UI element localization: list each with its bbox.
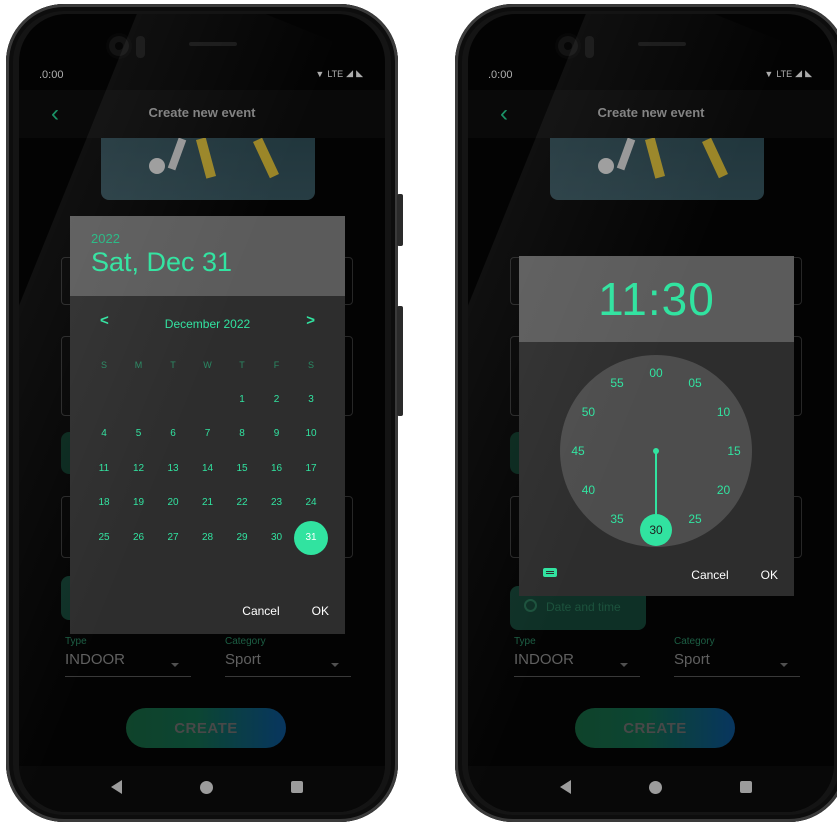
selected-year[interactable]: 2022: [91, 231, 120, 246]
calendar-day[interactable]: 18: [87, 486, 121, 520]
clock-minute-label[interactable]: 50: [573, 397, 603, 427]
selected-time[interactable]: 11:30: [598, 273, 715, 325]
phone-right: .0:00 ▼ LTE ◢ ◣ ‹ Create new event Date …: [455, 4, 837, 822]
calendar-day[interactable]: 20: [156, 486, 190, 520]
calendar-day[interactable]: 25: [87, 521, 121, 555]
calendar-day[interactable]: 19: [122, 486, 156, 520]
calendar-day[interactable]: 6: [156, 417, 190, 451]
calendar-day[interactable]: 2: [260, 383, 294, 417]
clock-minute-label[interactable]: 20: [709, 475, 739, 505]
time-picker-header: 11:30: [519, 256, 794, 342]
calendar-day[interactable]: 14: [191, 452, 225, 486]
calendar-day[interactable]: 12: [122, 452, 156, 486]
calendar-day[interactable]: 21: [191, 486, 225, 520]
date-picker-header: 2022 Sat, Dec 31: [70, 216, 345, 296]
clock-minute-label[interactable]: 25: [680, 504, 710, 534]
calendar-day[interactable]: 13: [156, 452, 190, 486]
weekday-label: T: [239, 360, 245, 370]
clock-minute-label[interactable]: 15: [719, 436, 749, 466]
power-button: [397, 306, 403, 416]
date-picker-dialog: 2022 Sat, Dec 31 < December 2022 > SMTWT…: [70, 216, 345, 634]
selected-date: Sat, Dec 31: [91, 247, 233, 277]
phone-left: .0:00 ▼ LTE ◢ ◣ ‹ Create new event Type …: [6, 4, 403, 822]
clock-center: [653, 448, 659, 454]
calendar-day[interactable]: 29: [225, 521, 259, 555]
clock-minute-label[interactable]: 35: [602, 504, 632, 534]
weekday-label: S: [307, 360, 314, 370]
clock-minute-label[interactable]: 40: [573, 475, 603, 505]
date-dialog-actions: Cancel OK: [226, 596, 345, 626]
weekday-label: W: [203, 360, 212, 370]
month-navigation: < December 2022 >: [70, 308, 345, 338]
clock-selected-minute[interactable]: 30: [640, 514, 672, 546]
calendar-day[interactable]: 8: [225, 417, 259, 451]
clock-minute-label[interactable]: 45: [563, 436, 593, 466]
keyboard-icon[interactable]: [543, 568, 557, 577]
calendar-day[interactable]: 3: [294, 383, 328, 417]
clock-dial[interactable]: 00 05 10 15 20 25 35 40 45 50 55 30: [560, 355, 752, 547]
calendar-day[interactable]: 26: [122, 521, 156, 555]
ok-button[interactable]: OK: [296, 596, 345, 626]
calendar-day[interactable]: 11: [87, 452, 121, 486]
calendar-day[interactable]: 23: [260, 486, 294, 520]
screen-left: .0:00 ▼ LTE ◢ ◣ ‹ Create new event Type …: [19, 14, 385, 812]
calendar-day[interactable]: 30: [260, 521, 294, 555]
calendar-day[interactable]: 17: [294, 452, 328, 486]
clock-minute-label[interactable]: 00: [641, 358, 671, 388]
volume-button: [397, 194, 403, 246]
calendar-day[interactable]: 27: [156, 521, 190, 555]
chevron-right-icon[interactable]: >: [306, 312, 315, 329]
calendar-day[interactable]: 1: [225, 383, 259, 417]
calendar-day[interactable]: 22: [225, 486, 259, 520]
clock-hand: [655, 451, 657, 517]
ok-button[interactable]: OK: [745, 560, 794, 590]
cancel-button[interactable]: Cancel: [675, 560, 744, 590]
clock-minute-label[interactable]: 55: [602, 368, 632, 398]
clock-minute-label[interactable]: 10: [709, 397, 739, 427]
weekday-label: M: [134, 360, 143, 370]
clock-minute-label[interactable]: 05: [680, 368, 710, 398]
screen-right: .0:00 ▼ LTE ◢ ◣ ‹ Create new event Date …: [468, 14, 834, 812]
calendar-day[interactable]: 28: [191, 521, 225, 555]
month-label: December 2022: [164, 317, 251, 331]
calendar-day[interactable]: 5: [122, 417, 156, 451]
calendar-day[interactable]: 9: [260, 417, 294, 451]
weekday-label: F: [273, 360, 280, 370]
calendar-day[interactable]: 4: [87, 417, 121, 451]
time-picker-dialog: 11:30 00 05 10 15 20 25 35 40 45 50 55 30 Cancel OK: [519, 256, 794, 596]
time-dialog-actions: Cancel OK: [675, 560, 794, 590]
cancel-button[interactable]: Cancel: [226, 596, 295, 626]
calendar-day-selected[interactable]: 31: [294, 520, 328, 555]
calendar-day[interactable]: 16: [260, 452, 294, 486]
calendar-day[interactable]: 7: [191, 417, 225, 451]
weekday-label: S: [100, 360, 107, 370]
calendar-day[interactable]: 10: [294, 417, 328, 451]
calendar-day[interactable]: 24: [294, 486, 328, 520]
weekday-label: T: [170, 360, 176, 370]
calendar-day[interactable]: 15: [225, 452, 259, 486]
